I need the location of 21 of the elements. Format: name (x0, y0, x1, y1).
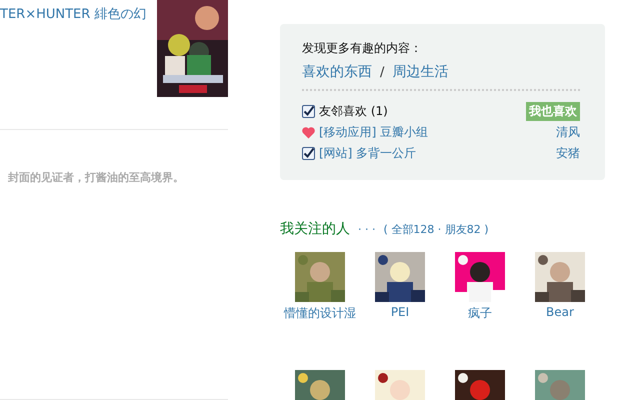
title-link[interactable]: TER×HUNTER 緋色の幻 (0, 5, 146, 23)
checkbox-icon[interactable] (302, 105, 315, 118)
counts-link[interactable]: ( 全部128 · 朋友82 ) (383, 222, 489, 237)
panel-heading: 发现更多有趣的内容： (302, 40, 423, 57)
more-link[interactable]: · · · (358, 223, 376, 236)
category-link[interactable]: 周边生活 (392, 63, 448, 81)
person-name[interactable]: PEI (390, 305, 410, 319)
category-link[interactable]: 喜欢的东西 (302, 63, 372, 81)
person-name[interactable]: Bear (546, 305, 574, 319)
person-name[interactable]: 疯子 (468, 305, 492, 322)
item-label: [网站] 多背一公斤 (319, 145, 416, 162)
user-link[interactable]: 安猪 (556, 145, 580, 162)
item-label: 友邻喜欢 (1) (319, 103, 388, 120)
checkbox-icon[interactable] (302, 147, 315, 160)
quote-text: 封面的见证者，打酱油的至高境界。 (8, 170, 185, 185)
heart-icon (302, 126, 315, 139)
person-name[interactable]: 懵懂的设计湿 (284, 305, 356, 322)
section-title: 我关注的人 (280, 220, 350, 238)
item-label: [移动应用] 豆瓣小组 (319, 124, 428, 141)
separator-text: / (380, 64, 384, 80)
user-link[interactable]: 清风 (556, 124, 580, 141)
